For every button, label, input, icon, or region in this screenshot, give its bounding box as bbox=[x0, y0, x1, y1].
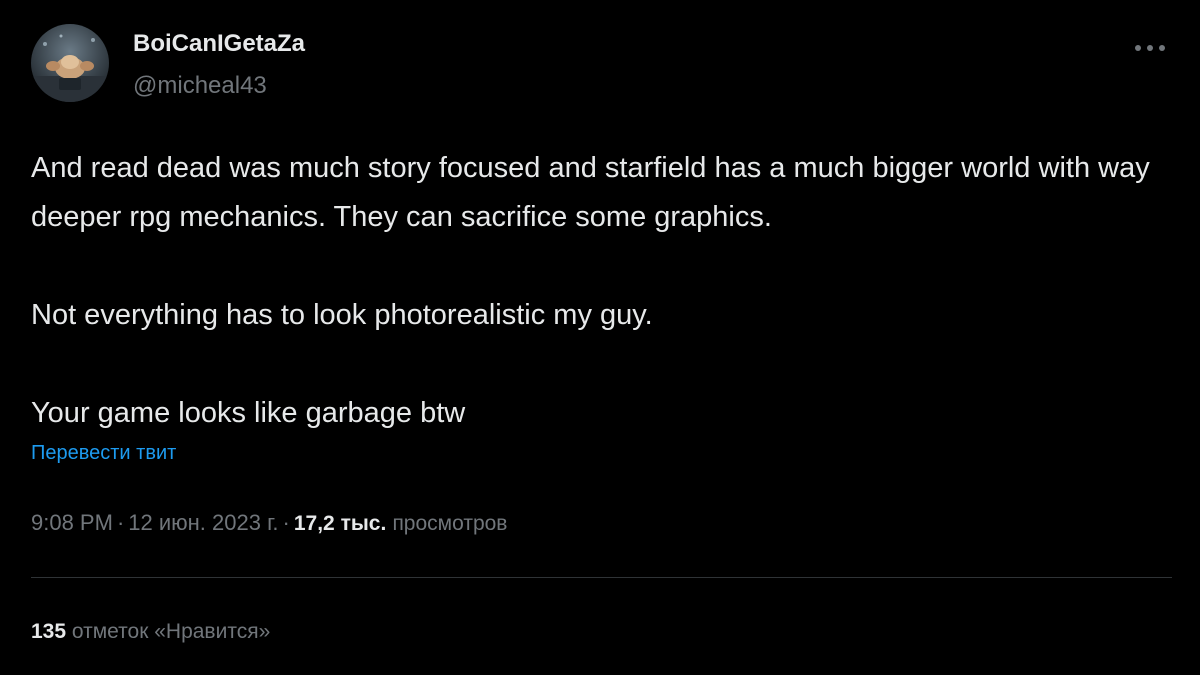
translate-tweet-link[interactable]: Перевести твит bbox=[31, 442, 176, 465]
tweet-time[interactable]: 9:08 PM bbox=[31, 510, 113, 535]
more-options-button[interactable] bbox=[1128, 26, 1172, 70]
tweet-paragraph: Not everything has to look photorealisti… bbox=[31, 299, 653, 331]
tweet-paragraph: And read dead was much story focused and… bbox=[31, 152, 1150, 233]
separator: · bbox=[282, 510, 290, 535]
tweet-metadata: 9:08 PM · 12 июн. 2023 г. · 17,2 тыс. просмо… bbox=[31, 510, 507, 536]
profile-avatar-image bbox=[31, 24, 109, 102]
tweet-paragraph: Your game looks like garbage btw bbox=[31, 397, 466, 429]
tweet-date[interactable]: 12 июн. 2023 г. bbox=[128, 510, 278, 535]
likes-label: отметок «Нравится» bbox=[71, 620, 271, 643]
separator: · bbox=[116, 510, 125, 535]
tweet-card: BoiCanIGetaZa @micheal43 And read dead w… bbox=[0, 0, 1200, 675]
divider bbox=[31, 577, 1172, 578]
likes-count: 135 bbox=[31, 620, 67, 643]
views-label: просмотров bbox=[392, 512, 508, 535]
tweet-text: And read dead was much story focused and… bbox=[31, 144, 1181, 438]
likes-stat[interactable]: 135 отметок «Нравится» bbox=[31, 620, 270, 644]
author-avatar[interactable] bbox=[31, 24, 109, 102]
author-handle[interactable]: @micheal43 bbox=[133, 72, 267, 100]
more-horizontal-icon bbox=[1135, 45, 1165, 51]
author-display-name[interactable]: BoiCanIGetaZa bbox=[133, 30, 305, 58]
views-count: 17,2 тыс. bbox=[293, 512, 387, 535]
